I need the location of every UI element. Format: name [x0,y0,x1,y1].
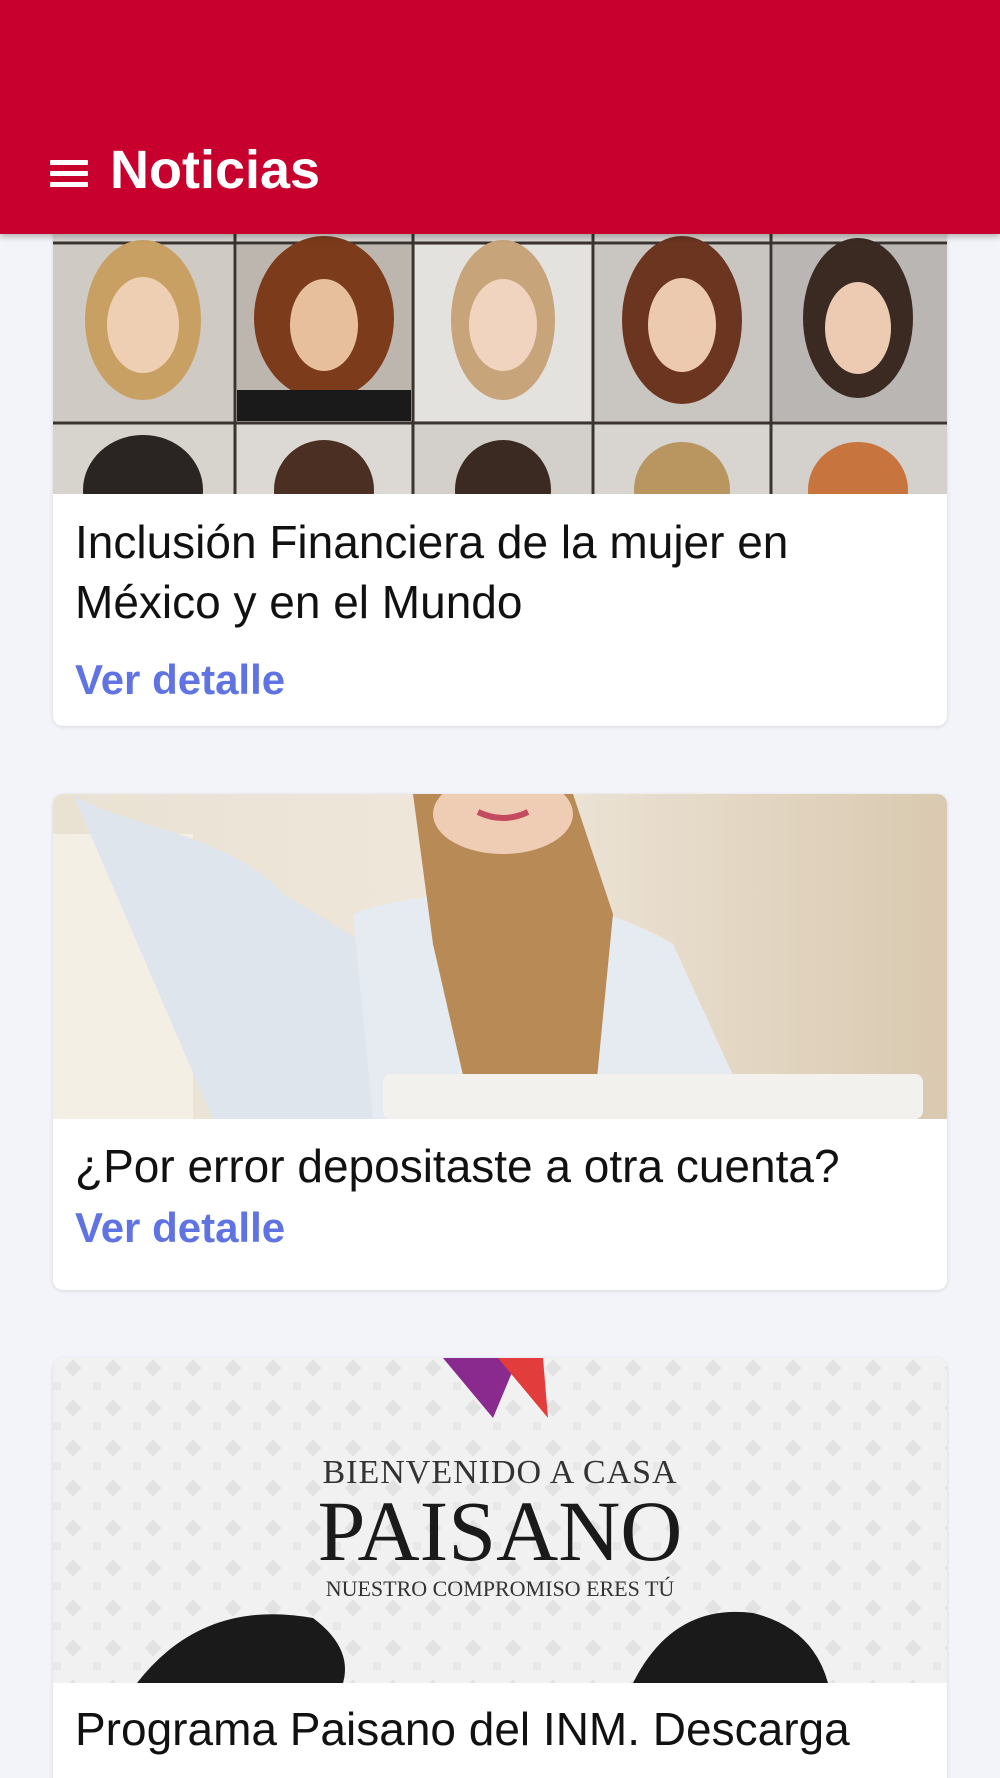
news-image [53,190,947,494]
news-card[interactable]: Inclusión Financiera de la mujer en Méxi… [53,190,947,726]
news-title: ¿Por error depositaste a otra cuenta? [75,1140,840,1192]
paisano-line-3: NUESTRO COMPROMISO ERES TÚ [325,1576,675,1601]
news-card[interactable]: BIENVENIDO A CASA PAISANO NUESTRO COMPRO… [53,1358,947,1778]
news-title: Programa Paisano del INM. Descarga [75,1703,850,1755]
ver-detalle-link[interactable]: Ver detalle [75,656,285,704]
news-image: BIENVENIDO A CASA PAISANO NUESTRO COMPRO… [53,1358,947,1683]
paisano-line-2: PAISANO [317,1483,683,1579]
news-image [53,794,947,1119]
app-header: Noticias [0,0,1000,234]
page-title: Noticias [110,140,321,200]
news-card[interactable]: ¿Por error depositaste a otra cuenta? Ve… [53,794,947,1290]
ver-detalle-link[interactable]: Ver detalle [75,1204,285,1252]
hamburger-menu-icon[interactable] [50,160,88,188]
news-title: Inclusión Financiera de la mujer en Méxi… [75,516,789,628]
